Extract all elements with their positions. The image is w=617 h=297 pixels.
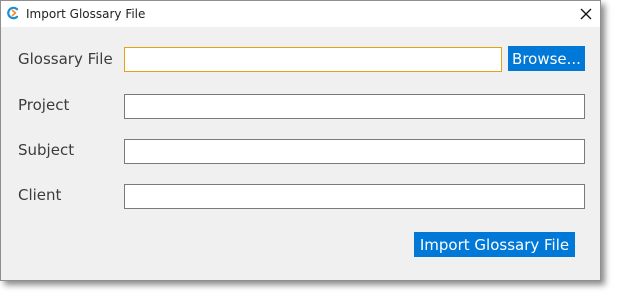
- browse-button[interactable]: Browse...: [508, 46, 585, 71]
- close-button[interactable]: [573, 2, 599, 26]
- import-glossary-dialog: Import Glossary File Glossary File Brows…: [0, 0, 601, 281]
- subject-label: Subject: [18, 141, 75, 159]
- client-label: Client: [18, 186, 62, 204]
- close-icon: [580, 8, 592, 20]
- project-label: Project: [18, 96, 70, 114]
- glossary-file-label: Glossary File: [18, 50, 113, 68]
- app-logo-icon: [7, 6, 19, 20]
- window-title: Import Glossary File: [26, 7, 146, 21]
- import-glossary-file-button[interactable]: Import Glossary File: [414, 232, 575, 257]
- subject-input[interactable]: [124, 139, 585, 164]
- project-input[interactable]: [124, 94, 585, 119]
- client-input[interactable]: [124, 184, 585, 209]
- glossary-file-input[interactable]: [124, 47, 502, 72]
- title-bar: Import Glossary File: [1, 1, 600, 27]
